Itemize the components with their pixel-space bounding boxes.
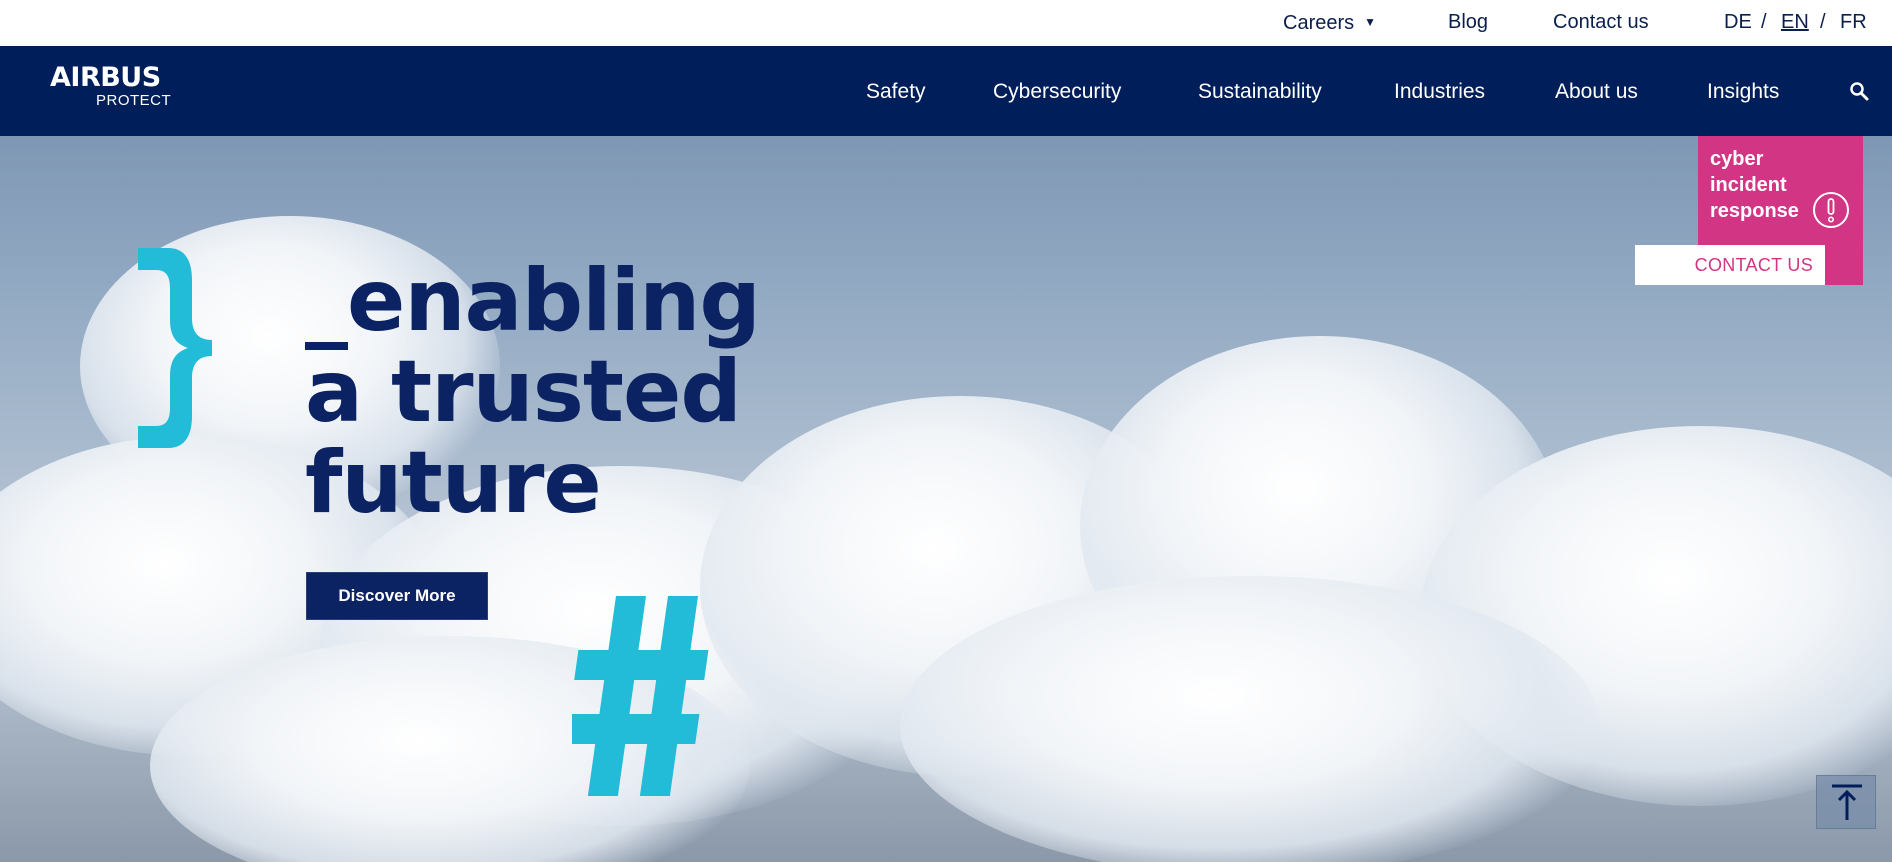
headline-line-2: a trusted <box>305 342 742 442</box>
nav-item-cybersecurity[interactable]: Cybersecurity <box>993 79 1121 105</box>
curly-brace-decoration <box>138 248 212 448</box>
utility-bar: Careers ▼ Blog Contact us DE / EN / FR <box>0 0 1892 46</box>
discover-more-button[interactable]: Discover More <box>306 572 488 620</box>
hero-headline: _enabling a trusted future <box>305 251 761 533</box>
arrow-up-to-line-icon <box>1832 784 1862 820</box>
search-icon[interactable] <box>1848 80 1870 102</box>
careers-label: Careers <box>1283 12 1355 34</box>
cloud-shape <box>900 576 1600 862</box>
lang-en[interactable]: EN <box>1781 10 1809 34</box>
careers-dropdown[interactable]: Careers ▼ <box>1283 10 1376 35</box>
hero-section: _enabling a trusted future Discover More <box>0 136 1892 862</box>
contact-link[interactable]: Contact us <box>1553 10 1649 34</box>
nav-item-industries[interactable]: Industries <box>1394 79 1485 105</box>
logo-sub: PROTECT <box>96 92 172 109</box>
airbus-protect-logo[interactable]: AIRBUS PROTECT <box>50 64 171 110</box>
lang-separator: / <box>1820 11 1826 33</box>
cir-line: cyber <box>1710 148 1764 170</box>
nav-item-sustainability[interactable]: Sustainability <box>1198 79 1322 105</box>
headline-line-1: _enabling <box>305 251 761 351</box>
lang-separator: / <box>1761 11 1767 33</box>
cir-line: response <box>1710 200 1799 222</box>
cir-line: incident <box>1710 174 1787 196</box>
main-nav: AIRBUS PROTECT Safety Cybersecurity Sust… <box>0 46 1892 136</box>
nav-item-safety[interactable]: Safety <box>866 79 926 105</box>
lang-de[interactable]: DE <box>1724 10 1752 34</box>
cir-text: cyber incident response <box>1710 146 1799 224</box>
headline-line-3: future <box>305 433 602 533</box>
logo-word: AIRBUS <box>50 62 161 93</box>
cir-contact-button[interactable]: CONTACT US <box>1635 245 1825 285</box>
blog-link[interactable]: Blog <box>1448 10 1488 34</box>
exclamation-circle-icon <box>1813 192 1849 228</box>
caret-down-icon: ▼ <box>1364 15 1377 29</box>
nav-item-insights[interactable]: Insights <box>1707 79 1779 105</box>
hash-decoration <box>572 596 709 796</box>
lang-fr[interactable]: FR <box>1840 10 1867 34</box>
nav-item-about-us[interactable]: About us <box>1555 79 1638 105</box>
back-to-top-button[interactable] <box>1816 775 1876 829</box>
